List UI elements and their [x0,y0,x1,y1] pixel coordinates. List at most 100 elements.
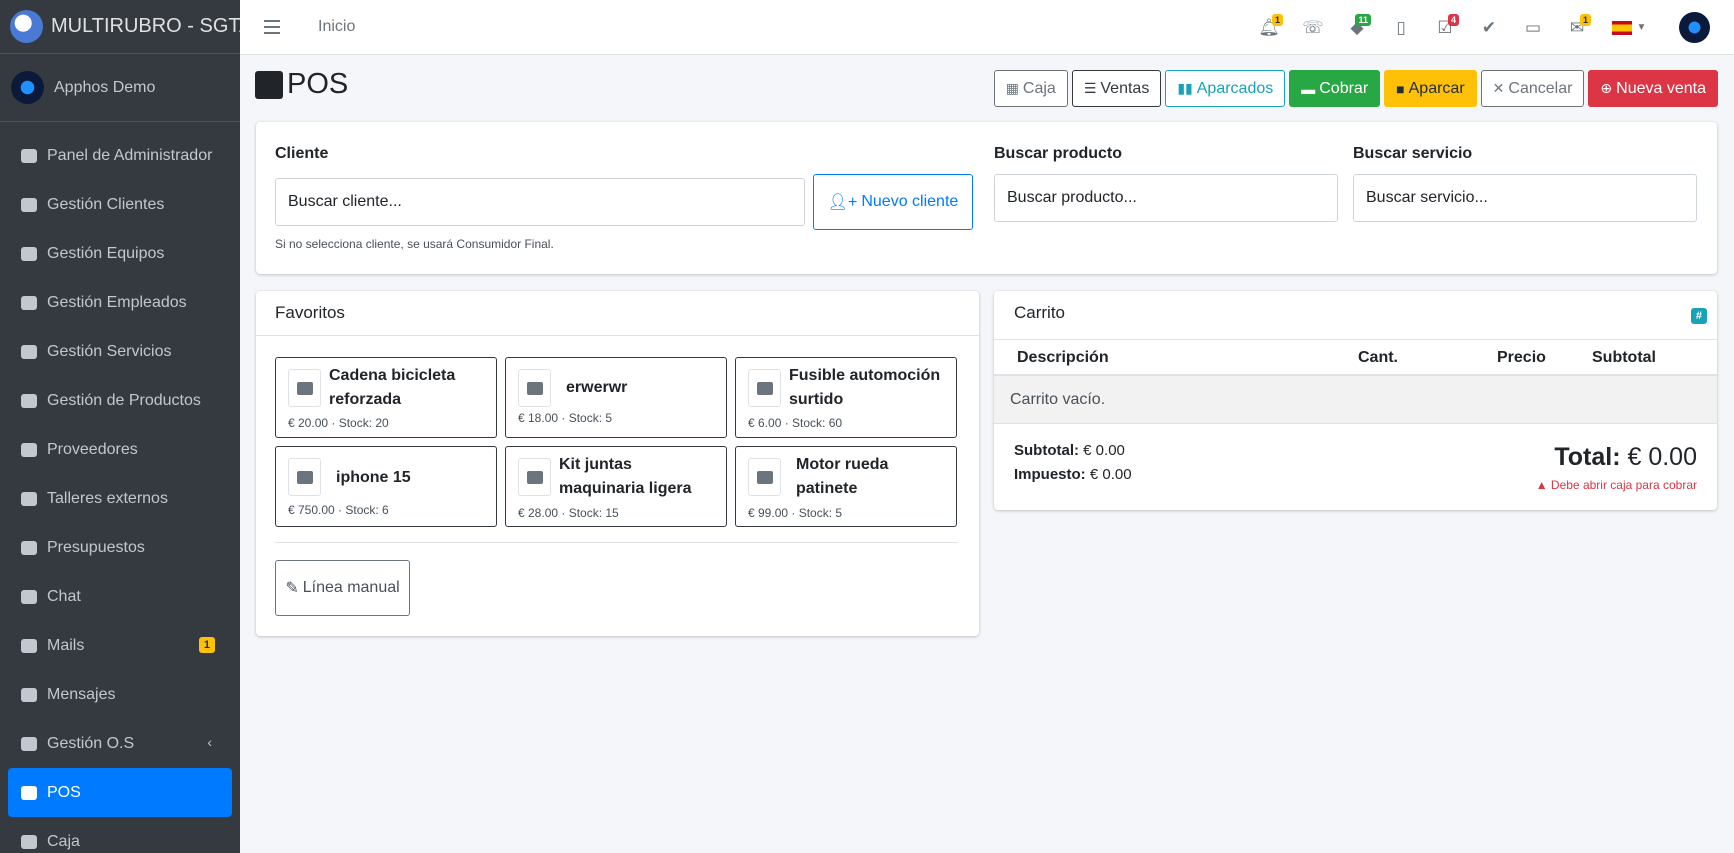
sidebar-item-caja[interactable]: Caja [0,817,232,853]
total-value: € 0.00 [1627,443,1697,471]
sidebar-item-label: POS [47,783,81,801]
pencil-icon: ✎ [285,580,299,597]
hamburger-menu-icon[interactable] [264,20,280,34]
favorite-product[interactable]: Kit juntas maquinaria ligera € 28.00 · S… [505,446,727,527]
aparcar-label: Aparcar [1408,79,1465,97]
user-panel[interactable]: Apphos Demo [0,54,240,122]
nuevo-cliente-button[interactable]: 👤︎+ Nuevo cliente [813,174,973,230]
user-avatar [11,71,44,104]
sidebar-item-gestion-clientes[interactable]: Gestión Clientes [0,180,232,229]
sidebar-item-talleres-externos[interactable]: Talleres externos [0,474,232,523]
invoice-icon [18,539,40,557]
cash-register-icon [255,70,283,99]
producto-label: Buscar producto [994,145,1123,162]
sidebar-item-pos[interactable]: POS [8,768,232,817]
mails-badge: 1 [198,637,215,653]
cliente-label: Cliente [275,145,329,162]
sidebar-item-chat[interactable]: Chat [0,572,232,621]
action-toolbar: ▦ Caja ☰ Ventas ▮▮ Aparcados ▬ Cobrar ■ Aparc… [993,70,1718,107]
brand-logo [10,10,43,43]
sidebar-item-label: Proveedores [47,440,138,458]
caja-label: Caja [1022,79,1056,97]
cancelar-button[interactable]: ✕ Cancelar [1480,70,1585,107]
cobrar-button[interactable]: ▬ Cobrar [1289,70,1381,107]
ventas-button[interactable]: ☰ Ventas [1071,70,1162,107]
calls-button[interactable]: ☏ [1291,0,1335,55]
product-meta: € 99.00 · Stock: 5 [748,506,843,520]
tags-button[interactable]: ◆ 11 [1335,0,1379,55]
service-bell-icon [18,343,40,361]
sidebar-item-label: Gestión Servicios [47,342,172,360]
nuevo-cliente-label: Nuevo cliente [861,193,959,210]
aparcados-button[interactable]: ▮▮ Aparcados [1165,70,1286,107]
mail-button[interactable]: ✉ 1 [1555,0,1599,55]
ventas-label: Ventas [1100,79,1150,97]
tasks-button[interactable]: ☑ 4 [1423,0,1467,55]
search-card: Cliente Buscar cliente... 👤︎+ Nuevo clien… [256,122,1717,274]
brand-link[interactable]: MULTIRUBRO - SGTA OS [0,0,240,54]
favorite-product[interactable]: Motor rueda patinete € 99.00 · Stock: 5 [735,446,957,527]
nueva-venta-button[interactable]: ⊕ Nueva venta [1588,70,1718,107]
column-precio: Precio [1497,349,1546,366]
invoices-button[interactable]: ▯ [1379,0,1423,55]
sidebar-item-gestion-empleados[interactable]: Gestión Empleados [0,278,232,327]
sidebar-item-presupuestos[interactable]: Presupuestos [0,523,232,572]
cliente-search-input[interactable]: Buscar cliente... [275,178,805,226]
file-invoice-icon: ▯ [1396,17,1406,37]
language-dropdown[interactable]: ▼ [1599,20,1659,35]
linea-manual-button[interactable]: ✎ Línea manual [275,560,410,616]
cart-table-header: Descripción Cant. Precio Subtotal [994,340,1717,376]
sidebar-nav: Panel de Administrador Gestión Clientes … [0,122,240,853]
favorite-product[interactable]: Fusible automoción surtido € 6.00 · Stoc… [735,357,957,438]
sidebar-item-mensajes[interactable]: Mensajes [0,670,232,719]
sidebar-item-label: Chat [47,587,81,605]
cash-register-icon: ▦ [1005,80,1019,96]
sidebar-item-label: Mails [47,636,85,654]
box-icon [518,369,551,407]
sidebar-item-gestion-os[interactable]: Gestión O.S ‹ [0,719,232,768]
product-meta: € 750.00 · Stock: 6 [288,503,389,517]
cart-hash-badge[interactable]: # [1690,308,1707,324]
tax-label: Impuesto: [1014,466,1086,483]
subtotal-label: Subtotal: [1014,442,1079,459]
sidebar-item-panel-administrador[interactable]: Panel de Administrador [0,131,232,180]
tags-badge: 11 [1355,14,1371,26]
servicio-label: Buscar servicio [1353,145,1473,162]
cart-totals: Subtotal: € 0.00 Impuesto: € 0.00 [1014,439,1132,487]
product-name: Fusible automoción surtido [789,367,941,408]
favorite-product[interactable]: Cadena bicicleta reforzada € 20.00 · Sto… [275,357,497,438]
favorite-product[interactable]: erwerwr € 18.00 · Stock: 5 [505,357,727,438]
tools-icon [18,490,40,508]
caja-button[interactable]: ▦ Caja [993,70,1068,107]
plus-circle-icon: ⊕ [1600,80,1613,96]
aparcar-button[interactable]: ■ Aparcar [1384,70,1477,107]
chevron-left-icon: ‹ [207,734,212,750]
sidebar-item-label: Mensajes [47,685,116,703]
top-navbar: Inicio 🔔︎ 1 ☏ ◆ 11 ▯ ☑ 4 ✔ ▭ ✉ 1 ▼ [240,0,1734,55]
sidebar-item-label: Caja [47,832,80,850]
notifications-button[interactable]: 🔔︎ 1 [1247,0,1291,55]
user-avatar-menu[interactable] [1679,12,1710,43]
servicio-search-input[interactable]: Buscar servicio... [1353,174,1697,222]
sidebar-item-gestion-productos[interactable]: Gestión de Productos [0,376,232,425]
product-name: Cadena bicicleta reforzada [329,367,456,408]
sidebar-item-proveedores[interactable]: Proveedores [0,425,232,474]
cancelar-label: Cancelar [1508,79,1573,97]
messages-button[interactable]: ▭ [1511,0,1555,55]
sidebar-item-mails[interactable]: Mails 1 [0,621,232,670]
user-check-button[interactable]: ✔ [1467,0,1511,55]
sidebar-item-label: Gestión Empleados [47,293,187,311]
sidebar-item-gestion-equipos[interactable]: Gestión Equipos [0,229,232,278]
producto-search-input[interactable]: Buscar producto... [994,174,1338,222]
box-icon [748,369,781,407]
carrito-title: Carrito [1014,303,1066,322]
favoritos-title: Favoritos [275,303,345,322]
home-link[interactable]: Inicio [318,18,355,36]
product-name: iphone 15 [336,469,411,486]
box-icon [18,392,40,410]
brand-title: MULTIRUBRO - SGTA OS [51,15,240,37]
favorite-product[interactable]: iphone 15 € 750.00 · Stock: 6 [275,446,497,527]
columns-icon: ▮▮ [1177,80,1193,96]
sidebar-item-gestion-servicios[interactable]: Gestión Servicios [0,327,232,376]
box-icon [748,458,781,496]
